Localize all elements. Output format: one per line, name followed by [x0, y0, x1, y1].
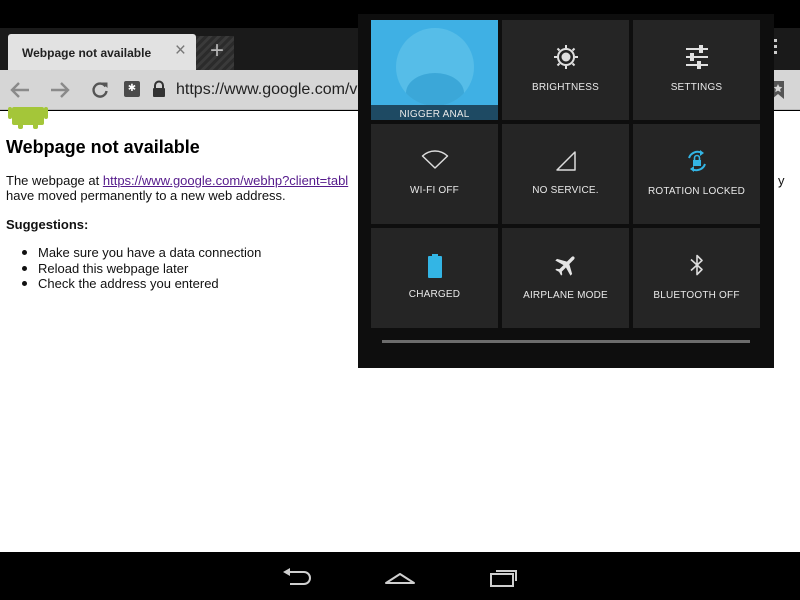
- quick-settings-panel: NIGGER ANAL BRIGHTNESS SETTINGS WI-FI OF…: [358, 14, 774, 368]
- site-favicon-icon: ✱: [124, 81, 140, 97]
- nav-home-icon[interactable]: [383, 566, 417, 588]
- new-tab-button[interactable]: +: [205, 36, 229, 66]
- user-tile-label: NIGGER ANAL: [399, 109, 470, 120]
- nav-recents-icon[interactable]: [488, 566, 522, 588]
- page-title: Webpage not available: [6, 137, 200, 157]
- url-field[interactable]: https://www.google.com/v: [176, 81, 357, 99]
- bluetooth-tile-label: BLUETOOTH OFF: [653, 290, 740, 301]
- browser-tab[interactable]: Webpage not available ×: [8, 34, 196, 70]
- settings-tile[interactable]: SETTINGS: [633, 20, 760, 120]
- signal-icon: [555, 150, 577, 177]
- suggestions-list: Make sure you have a data connection Rel…: [20, 245, 261, 292]
- wifi-icon: [421, 150, 449, 175]
- airplane-icon: [553, 252, 579, 283]
- brightness-tile-label: BRIGHTNESS: [531, 82, 599, 93]
- user-tile[interactable]: NIGGER ANAL: [371, 20, 498, 120]
- battery-tile[interactable]: CHARGED: [371, 228, 498, 328]
- wifi-tile-label: WI-FI OFF: [409, 185, 459, 196]
- user-avatar-icon: [396, 28, 474, 106]
- airplane-mode-tile-label: AIRPLANE MODE: [523, 290, 608, 301]
- navigation-bar: [0, 552, 800, 600]
- tab-close-icon[interactable]: ×: [175, 41, 186, 61]
- rotation-lock-icon: [684, 148, 710, 179]
- settings-sliders-icon: [685, 45, 709, 74]
- error-message-line2: have moved permanently to a new web addr…: [6, 188, 286, 203]
- mobile-data-tile-label: NO SERVICE.: [532, 185, 599, 196]
- android-robot-icon: [8, 107, 48, 129]
- error-message-continued: y: [778, 173, 785, 188]
- airplane-mode-tile[interactable]: AIRPLANE MODE: [502, 228, 629, 328]
- forward-arrow-icon[interactable]: [46, 77, 74, 103]
- tab-title: Webpage not available: [22, 46, 152, 60]
- wifi-tile[interactable]: WI-FI OFF: [371, 124, 498, 224]
- lock-icon: [150, 80, 168, 98]
- rotation-tile-label: ROTATION LOCKED: [647, 186, 746, 197]
- overflow-menu-icon[interactable]: [774, 39, 778, 59]
- mobile-data-tile[interactable]: NO SERVICE.: [502, 124, 629, 224]
- bluetooth-icon: [688, 252, 706, 283]
- rotation-tile[interactable]: ROTATION LOCKED: [633, 124, 760, 224]
- battery-tile-label: CHARGED: [408, 289, 461, 300]
- battery-icon: [427, 254, 442, 283]
- nav-back-icon[interactable]: [280, 566, 314, 588]
- back-arrow-icon[interactable]: [6, 77, 34, 103]
- brightness-icon: [553, 44, 579, 75]
- suggestions-heading: Suggestions:: [6, 217, 89, 232]
- list-item: Reload this webpage later: [20, 261, 261, 277]
- list-item: Make sure you have a data connection: [20, 245, 261, 261]
- android-screen: Webpage not available × + ✱ https://www.…: [0, 0, 800, 600]
- settings-tile-label: SETTINGS: [670, 82, 723, 93]
- brightness-tile[interactable]: BRIGHTNESS: [502, 20, 629, 120]
- error-url-link[interactable]: https://www.google.com/webhp?client=tabl: [103, 173, 348, 188]
- list-item: Check the address you entered: [20, 276, 261, 292]
- panel-drag-handle[interactable]: [382, 340, 750, 343]
- bluetooth-tile[interactable]: BLUETOOTH OFF: [633, 228, 760, 328]
- reload-icon[interactable]: [86, 77, 114, 103]
- error-message-prefix: The webpage at: [6, 173, 103, 188]
